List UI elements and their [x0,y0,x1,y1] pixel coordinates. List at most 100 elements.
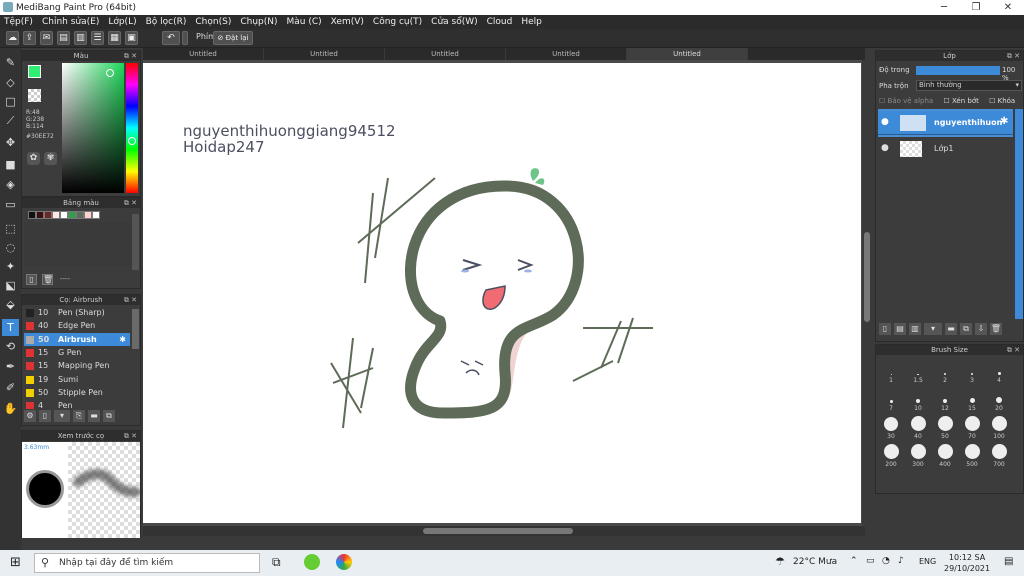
bucket-tool-icon[interactable]: ◈ [2,176,19,193]
brush-settings-icon[interactable]: ⚙ [24,410,36,422]
menu-select[interactable]: Chọn(S) [195,17,231,27]
brush-size-option[interactable]: 15 [961,387,983,412]
brush-size-option[interactable]: 500 [961,443,983,468]
panel-close-icon[interactable]: ⧉ ✕ [1007,345,1020,355]
maximize-button[interactable]: ❐ [960,0,992,15]
menu-file[interactable]: Tệp(F) [4,17,33,27]
panel-close-icon[interactable]: ⧉ ✕ [124,295,137,305]
hand-tool-icon[interactable]: ✋ [2,400,19,417]
undo-icon[interactable]: ↶ [162,31,180,45]
eyedropper-icon[interactable]: ✒ [2,358,19,375]
share-icon[interactable]: ⇪ [23,31,36,45]
language-indicator[interactable]: ENG [919,557,936,566]
add-brush-icon[interactable]: ▾ [54,410,70,422]
lock-checkbox[interactable]: ☐ [989,97,998,105]
menu-layer[interactable]: Lớp(L) [108,17,136,27]
clock[interactable]: 10:12 SA 29/10/2021 [944,552,990,574]
new-layer-icon[interactable]: ▯ [879,323,891,335]
notification-icon[interactable]: ▤ [1004,556,1013,567]
line-tool-icon[interactable]: ⟋ [2,112,19,129]
brush-item[interactable]: 50 Airbrush ✱ [24,332,130,346]
palette-swatch[interactable] [36,211,44,219]
task-view-icon[interactable]: ⧉ [272,555,281,570]
menu-color[interactable]: Màu (C) [287,17,322,27]
close-button[interactable]: ✕ [992,0,1024,15]
tab-untitled-3[interactable]: Untitled [385,48,506,60]
brush-item[interactable]: 19 Sumi [24,373,130,386]
foreground-color-swatch[interactable] [28,65,41,78]
reset-button[interactable]: ⊘ Đặt lại [213,31,253,45]
new-palette-icon[interactable]: ▯ [26,274,37,285]
palette-swatch[interactable] [76,211,84,219]
visibility-eye-icon[interactable]: ● [881,143,889,153]
brush-size-option[interactable]: 3 [961,359,983,384]
brush-size-option[interactable]: 4 [988,359,1010,384]
layer-scrollbar[interactable] [1015,109,1023,319]
brush-item[interactable]: 15 Mapping Pen [24,359,130,372]
brush-item[interactable]: 10 Pen (Sharp) [24,306,130,319]
move-tool-icon[interactable]: ✥ [2,134,19,151]
menu-filter[interactable]: Bộ lọc(R) [146,17,187,27]
lasso-tool-icon[interactable]: ◌ [2,239,19,256]
brush-size-option[interactable]: 70 [961,415,983,440]
saturation-value-picker[interactable] [62,63,124,193]
tray-chevron-icon[interactable]: ⌃ [850,556,858,566]
tab-untitled-1[interactable]: Untitled [143,48,264,60]
brush-item[interactable]: 40 Edge Pen [24,319,130,332]
select-eraser-icon[interactable]: ⬙ [2,296,19,313]
menu-edit[interactable]: Chỉnh sửa(E) [42,17,99,27]
pen-tool-icon[interactable]: ✐ [2,379,19,396]
palette-swatch[interactable] [60,211,68,219]
palette-swatch[interactable] [52,211,60,219]
menu-cloud[interactable]: Cloud [487,17,513,27]
brush-scrollbar[interactable] [132,309,139,349]
brush-size-option[interactable]: 2 [934,359,956,384]
delete-palette-icon[interactable]: 🗑 [42,274,53,285]
grid-icon[interactable]: ▦ [108,31,121,45]
palette-wheel-icon[interactable]: ✿ [27,152,40,165]
brush-size-option[interactable]: 400 [934,443,956,468]
brush-size-option[interactable]: 12 [934,387,956,412]
rect-tool-icon[interactable]: □ [2,93,19,110]
duplicate-icon[interactable]: ⧉ [103,410,115,422]
palette-add-icon[interactable]: ✾ [44,152,57,165]
new-brush-icon[interactable]: ▯ [39,410,51,422]
brush-size-option[interactable]: 1 [880,359,902,384]
network-icon[interactable]: ◔ [882,556,890,566]
tab-untitled-2[interactable]: Untitled [264,48,385,60]
tab-untitled-4[interactable]: Untitled [506,48,627,60]
vertical-scroll-thumb[interactable] [864,232,870,322]
brush-size-option[interactable]: 10 [907,387,929,412]
volume-icon[interactable]: ♪ [898,556,904,566]
hue-slider[interactable] [126,63,138,193]
minimize-button[interactable]: ─ [928,0,960,15]
document-icon[interactable]: ▤ [57,31,70,45]
palette-scrollbar[interactable] [132,214,139,270]
canvas-vertical-scrollbar[interactable] [862,60,872,526]
panel-close-icon[interactable]: ⧉ ✕ [1007,51,1020,61]
visibility-eye-icon[interactable]: ● [881,117,889,127]
menu-help[interactable]: Help [521,17,542,27]
layer-row-text[interactable]: ● nguyenthihuon ✱ [878,111,1013,135]
horizontal-scroll-thumb[interactable] [423,528,573,534]
brush-size-option[interactable]: 100 [988,415,1010,440]
brush-size-option[interactable]: 300 [907,443,929,468]
palette-swatch[interactable] [68,211,76,219]
magic-wand-icon[interactable]: ✦ [2,258,19,275]
chrome-taskbar-icon[interactable] [336,554,352,570]
menu-window[interactable]: Cửa sổ(W) [431,17,477,27]
brush-size-option[interactable]: 40 [907,415,929,440]
text-tool-icon[interactable]: T [2,319,19,336]
list-icon[interactable]: ☰ [91,31,104,45]
folder-icon[interactable]: ▬ [88,410,100,422]
picker-handle[interactable] [106,69,114,77]
layer-row-1[interactable]: ● Lớp1 [878,137,1013,161]
menu-view[interactable]: Xem(V) [331,17,364,27]
copy-brush-icon[interactable]: ⎘ [73,410,85,422]
hue-handle[interactable] [128,137,136,145]
page-icon[interactable]: ▥ [74,31,87,45]
add-layer-menu-icon[interactable]: ▾ [924,323,942,335]
blend-mode-select[interactable]: Bình thường ▾ [916,80,1022,91]
battery-icon[interactable]: ▭ [866,556,875,566]
palette-swatch[interactable] [44,211,52,219]
